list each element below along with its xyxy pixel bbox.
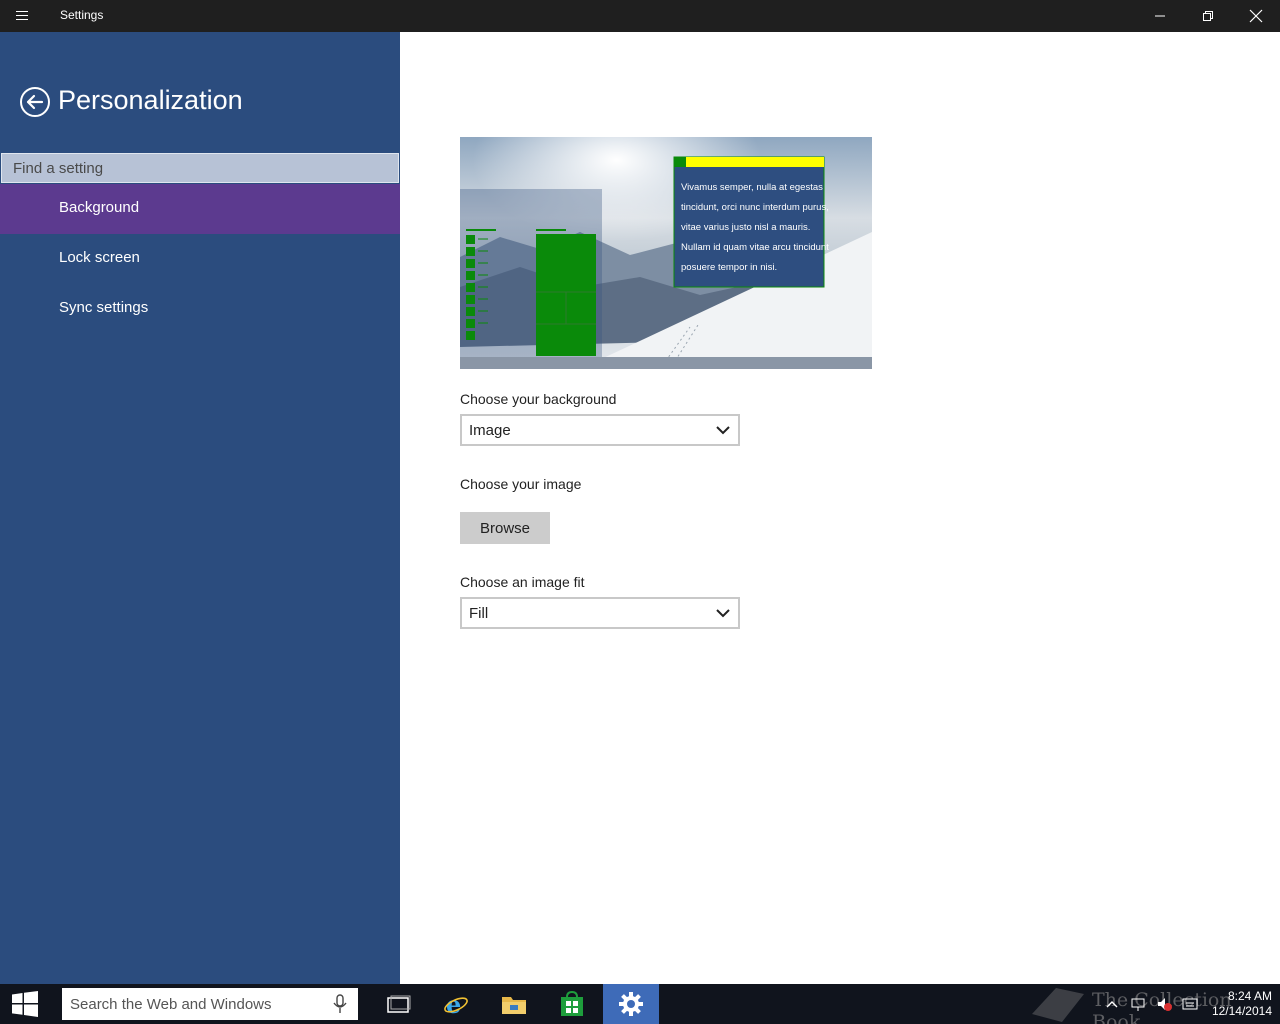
file-explorer-icon[interactable] (486, 984, 542, 1024)
title-bar: Settings (0, 0, 1280, 32)
chevron-down-icon (716, 609, 730, 618)
sidebar-item-background[interactable]: Background (0, 184, 400, 234)
background-dropdown-value: Image (469, 422, 511, 439)
settings-icon[interactable] (603, 984, 659, 1024)
background-dropdown[interactable]: Image (460, 414, 740, 446)
close-button[interactable] (1232, 0, 1280, 32)
show-hidden-icons-chevron-icon[interactable] (1104, 996, 1120, 1012)
clock[interactable]: 8:24 AM 12/14/2014 (1200, 989, 1272, 1019)
image-label: Choose your image (460, 476, 582, 492)
minimize-button[interactable] (1136, 0, 1184, 32)
clock-time: 8:24 AM (1227, 989, 1272, 1003)
main-content: Vivamus semper, nulla at egestas tincidu… (400, 32, 1280, 984)
find-setting-input[interactable] (1, 153, 399, 183)
task-view-icon[interactable] (371, 984, 427, 1024)
windows-logo-icon (12, 991, 38, 1017)
sidebar-item-lock-screen[interactable]: Lock screen (0, 234, 400, 284)
image-fit-dropdown-value: Fill (469, 605, 489, 622)
image-fit-label: Choose an image fit (460, 574, 585, 590)
browse-button[interactable]: Browse (460, 512, 550, 544)
page-title: Personalization (58, 85, 243, 115)
hamburger-menu-icon[interactable] (10, 8, 38, 24)
image-fit-dropdown[interactable]: Fill (460, 597, 740, 629)
clock-date: 12/14/2014 (1211, 1004, 1272, 1018)
taskbar: e The Collection Book 8:24 AM 12/14/2014 (0, 984, 1280, 1024)
sidebar: Personalization Background Lock screen S… (0, 32, 400, 984)
restore-icon (1203, 11, 1213, 21)
window-title: Settings (60, 8, 104, 22)
background-preview: Vivamus semper, nulla at egestas tincidu… (460, 137, 872, 369)
restore-button[interactable] (1184, 0, 1232, 32)
back-arrow-icon (20, 87, 50, 117)
action-center-icon[interactable] (1182, 996, 1198, 1012)
network-icon[interactable] (1130, 996, 1146, 1012)
preview-sample-text: Vivamus semper, nulla at egestas tincidu… (681, 182, 829, 273)
minimize-icon (1155, 15, 1165, 17)
volume-muted-icon[interactable] (1156, 996, 1172, 1012)
internet-explorer-icon[interactable]: e (428, 984, 484, 1024)
sidebar-item-sync-settings[interactable]: Sync settings (0, 284, 400, 334)
close-icon (1249, 9, 1263, 23)
microphone-icon[interactable] (332, 994, 348, 1014)
chevron-down-icon (716, 426, 730, 435)
taskbar-search-input[interactable] (62, 988, 358, 1020)
store-icon[interactable] (544, 984, 600, 1024)
back-button[interactable] (19, 86, 51, 118)
start-button[interactable] (0, 984, 50, 1024)
background-label: Choose your background (460, 391, 617, 407)
